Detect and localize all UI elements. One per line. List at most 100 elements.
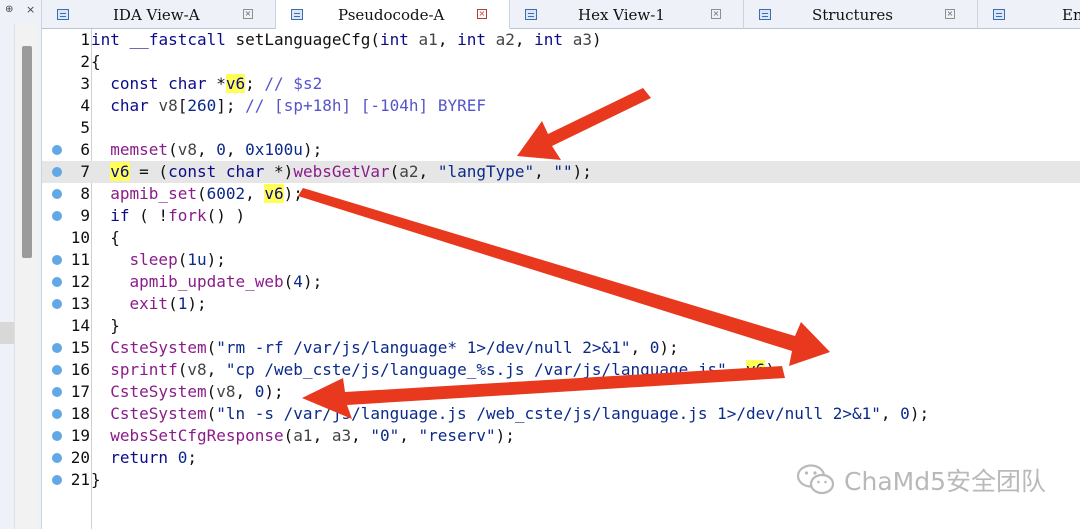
tab-label: Structures bbox=[812, 6, 893, 24]
line-number: 1 bbox=[80, 30, 90, 49]
code-text: return 0; bbox=[110, 448, 197, 467]
breakpoint-dot-icon[interactable] bbox=[52, 431, 62, 441]
line-number: 8 bbox=[80, 184, 90, 203]
close-tab-icon[interactable]: × bbox=[945, 9, 955, 19]
code-line[interactable]: 7 v6 = (const char *)websGetVar(a2, "lan… bbox=[42, 161, 1080, 183]
code-text: v6 = (const char *)websGetVar(a2, "langT… bbox=[110, 162, 592, 181]
line-number: 21 bbox=[70, 470, 90, 489]
close-icon[interactable]: × bbox=[26, 3, 35, 16]
breakpoint-dot-icon[interactable] bbox=[52, 365, 62, 375]
code-line[interactable]: 2{ bbox=[42, 51, 1080, 73]
line-number: 12 bbox=[70, 272, 90, 291]
code-line[interactable]: 8 apmib_set(6002, v6); bbox=[42, 183, 1080, 205]
line-number: 16 bbox=[70, 360, 90, 379]
code-text: apmib_set(6002, v6); bbox=[110, 184, 303, 203]
code-line[interactable]: 9 if ( !fork() ) bbox=[42, 205, 1080, 227]
pin-icon[interactable]: ⊕ bbox=[5, 4, 13, 15]
line-number: 14 bbox=[70, 316, 90, 335]
code-text: int __fastcall setLanguageCfg(int a1, in… bbox=[91, 30, 602, 49]
tab-structures[interactable]: Structures × bbox=[744, 0, 978, 29]
line-number: 5 bbox=[80, 118, 90, 137]
close-tab-icon[interactable]: × bbox=[477, 9, 487, 19]
code-line[interactable]: 10 { bbox=[42, 227, 1080, 249]
line-number: 3 bbox=[80, 74, 90, 93]
code-text: { bbox=[91, 52, 101, 71]
breakpoint-dot-icon[interactable] bbox=[52, 145, 62, 155]
tab-pseudocode-a[interactable]: Pseudocode-A × bbox=[276, 0, 510, 29]
close-tab-icon[interactable]: × bbox=[711, 9, 721, 19]
code-text: CsteSystem("rm -rf /var/js/language* 1>/… bbox=[110, 338, 679, 357]
code-line[interactable]: 17 CsteSystem(v8, 0); bbox=[42, 381, 1080, 403]
structures-icon bbox=[759, 9, 771, 20]
code-line[interactable]: 19 websSetCfgResponse(a1, a3, "0", "rese… bbox=[42, 425, 1080, 447]
code-line[interactable]: 3 const char *v6; // $s2 bbox=[42, 73, 1080, 95]
line-number: 10 bbox=[70, 228, 90, 247]
breakpoint-dot-icon[interactable] bbox=[52, 343, 62, 353]
code-text: const char *v6; // $s2 bbox=[110, 74, 323, 93]
breakpoint-dot-icon[interactable] bbox=[52, 453, 62, 463]
line-number: 20 bbox=[70, 448, 90, 467]
code-line[interactable]: 4 char v8[260]; // [sp+18h] [-104h] BYRE… bbox=[42, 95, 1080, 117]
code-text: CsteSystem("ln -s /var/js/language.js /w… bbox=[110, 404, 930, 423]
code-text: sprintf(v8, "cp /web_cste/js/language_%s… bbox=[110, 360, 785, 379]
code-line[interactable]: 6 memset(v8, 0, 0x100u); bbox=[42, 139, 1080, 161]
left-dock-panel: ⊕ × bbox=[0, 0, 42, 529]
line-number: 18 bbox=[70, 404, 90, 423]
wechat-icon bbox=[796, 464, 835, 495]
breakpoint-dot-icon[interactable] bbox=[52, 167, 62, 177]
tab-label: En bbox=[1062, 6, 1080, 24]
tab-ida-view-a[interactable]: IDA View-A × bbox=[42, 0, 276, 29]
code-text: } bbox=[91, 316, 120, 335]
code-line[interactable]: 14 } bbox=[42, 315, 1080, 337]
hex-view-icon bbox=[525, 9, 537, 20]
code-text: if ( !fork() ) bbox=[110, 206, 246, 225]
code-line[interactable]: 18 CsteSystem("ln -s /var/js/language.js… bbox=[42, 403, 1080, 425]
close-tab-icon[interactable]: × bbox=[243, 9, 253, 19]
code-line[interactable]: 5 bbox=[42, 117, 1080, 139]
code-line[interactable]: 16 sprintf(v8, "cp /web_cste/js/language… bbox=[42, 359, 1080, 381]
code-line[interactable]: 1 int __fastcall setLanguageCfg(int a1, i… bbox=[42, 29, 1080, 51]
line-number: 11 bbox=[70, 250, 90, 269]
code-text: exit(1); bbox=[129, 294, 207, 313]
tab-enums[interactable]: En bbox=[978, 0, 1080, 29]
line-number: 9 bbox=[80, 206, 90, 225]
tab-bar: IDA View-A × Pseudocode-A × Hex View-1 ×… bbox=[42, 0, 1080, 29]
watermark-text: ChaMd5安全团队 bbox=[844, 467, 1046, 496]
pseudocode-icon bbox=[291, 9, 303, 20]
code-line[interactable]: 15 CsteSystem("rm -rf /var/js/language* … bbox=[42, 337, 1080, 359]
code-text: { bbox=[91, 228, 120, 247]
code-text: char v8[260]; // [sp+18h] [-104h] BYREF bbox=[110, 96, 486, 115]
panel-marker bbox=[0, 322, 14, 344]
disassembly-icon bbox=[57, 9, 69, 20]
watermark: ChaMd5安全团队 bbox=[796, 462, 1046, 498]
breakpoint-dot-icon[interactable] bbox=[52, 387, 62, 397]
tab-label: IDA View-A bbox=[113, 6, 200, 24]
code-text: memset(v8, 0, 0x100u); bbox=[110, 140, 323, 159]
tab-label: Pseudocode-A bbox=[338, 6, 445, 24]
pseudocode-editor[interactable]: 1 int __fastcall setLanguageCfg(int a1, i… bbox=[42, 29, 1080, 529]
scrollbar-thumb[interactable] bbox=[22, 46, 32, 258]
breakpoint-dot-icon[interactable] bbox=[52, 277, 62, 287]
code-text: CsteSystem(v8, 0); bbox=[110, 382, 284, 401]
line-number: 15 bbox=[70, 338, 90, 357]
code-text: } bbox=[91, 470, 101, 489]
code-line[interactable]: 13 exit(1); bbox=[42, 293, 1080, 315]
breakpoint-dot-icon[interactable] bbox=[52, 299, 62, 309]
breakpoint-dot-icon[interactable] bbox=[52, 255, 62, 265]
tab-hex-view-1[interactable]: Hex View-1 × bbox=[510, 0, 744, 29]
breakpoint-dot-icon[interactable] bbox=[52, 211, 62, 221]
line-number: 7 bbox=[80, 162, 90, 181]
code-line[interactable]: 11 sleep(1u); bbox=[42, 249, 1080, 271]
line-number: 19 bbox=[70, 426, 90, 445]
code-text: websSetCfgResponse(a1, a3, "0", "reserv"… bbox=[110, 426, 515, 445]
code-line[interactable]: 12 apmib_update_web(4); bbox=[42, 271, 1080, 293]
code-text: sleep(1u); bbox=[129, 250, 226, 269]
line-number: 17 bbox=[70, 382, 90, 401]
breakpoint-dot-icon[interactable] bbox=[52, 189, 62, 199]
code-text: apmib_update_web(4); bbox=[129, 272, 323, 291]
breakpoint-dot-icon[interactable] bbox=[52, 409, 62, 419]
breakpoint-dot-icon[interactable] bbox=[52, 475, 62, 485]
line-number: 2 bbox=[80, 52, 90, 71]
line-number: 6 bbox=[80, 140, 90, 159]
line-number: 13 bbox=[70, 294, 90, 313]
